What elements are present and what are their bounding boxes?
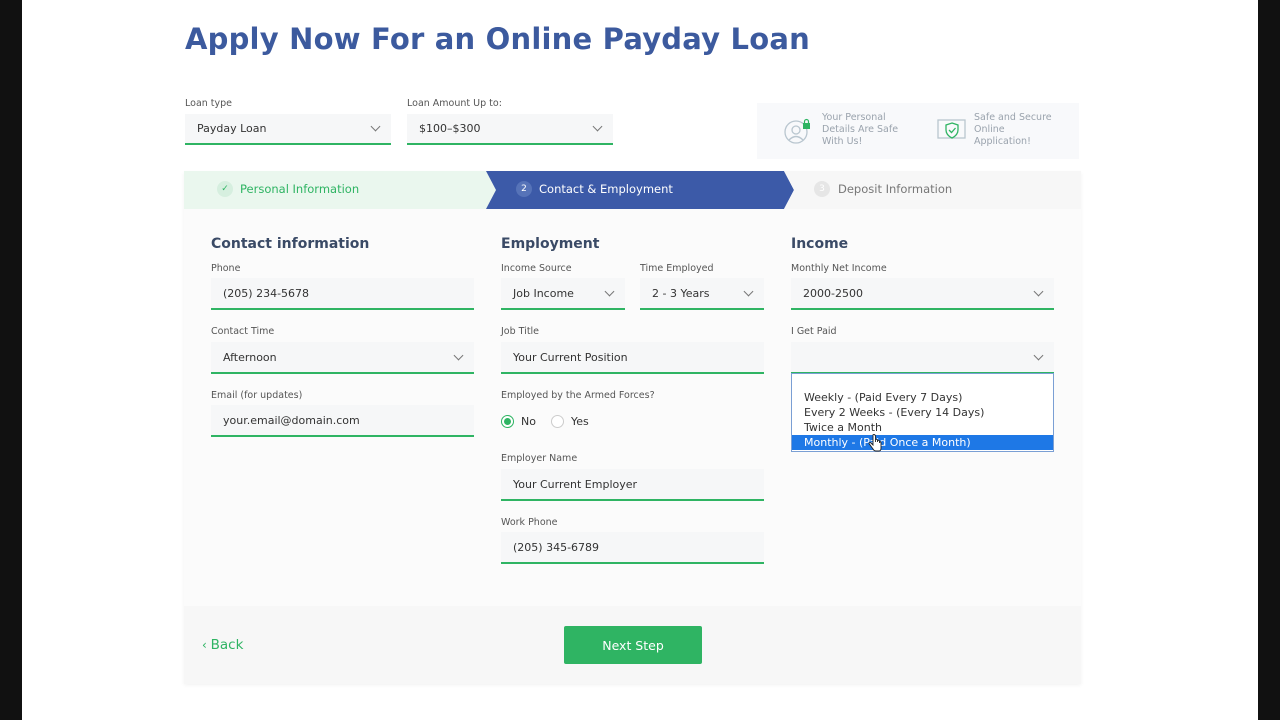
contact-time-label: Contact Time	[211, 326, 275, 337]
chevron-down-icon	[743, 286, 754, 296]
armed-forces-no-label[interactable]: No	[521, 415, 536, 428]
contact-time-value: Afternoon	[223, 350, 277, 364]
employer-name-input[interactable]: Your Current Employer	[501, 469, 764, 501]
paid-frequency-dropdown: Weekly - (Paid Every 7 Days) Every 2 Wee…	[791, 373, 1054, 452]
paid-option-weekly[interactable]: Weekly - (Paid Every 7 Days)	[792, 390, 1053, 405]
employer-name-label: Employer Name	[501, 453, 578, 464]
income-source-label: Income Source	[501, 263, 572, 274]
page-title: Apply Now For an Online Payday Loan	[185, 22, 810, 56]
loan-amount-select[interactable]: $100–$300	[407, 114, 613, 145]
armed-forces-yes-radio[interactable]	[551, 415, 564, 428]
time-employed-value: 2 - 3 Years	[652, 286, 710, 300]
phone-label: Phone	[211, 263, 241, 274]
paid-label: I Get Paid	[791, 326, 837, 337]
chevron-down-icon	[370, 121, 381, 132]
back-label: Back	[210, 637, 244, 653]
step-1-label: Personal Information	[240, 182, 360, 196]
chevron-down-icon	[1033, 350, 1044, 360]
trust-secure-text: Safe and Secure Online Application!	[974, 112, 1052, 147]
email-field[interactable]: your.email@domain.com	[211, 405, 474, 437]
next-step-button[interactable]: Next Step	[564, 626, 702, 664]
step-2-number: 2	[516, 181, 532, 197]
chevron-down-icon	[592, 121, 603, 132]
chevron-down-icon	[1033, 286, 1044, 296]
step-1-check-icon: ✓	[217, 181, 233, 197]
step-2-label: Contact & Employment	[539, 182, 673, 196]
paid-option-monthly[interactable]: Monthly - (Paid Once a Month)	[792, 435, 1053, 450]
monthly-net-value: 2000-2500	[803, 286, 863, 300]
steps-bar: ✓ Personal Information 2 Contact & Emplo…	[184, 171, 1081, 209]
loan-type-select[interactable]: Payday Loan	[185, 114, 391, 145]
income-source-value: Job Income	[513, 286, 574, 300]
user-lock-icon	[783, 117, 813, 147]
armed-forces-no-radio[interactable]	[501, 415, 514, 428]
contact-time-select[interactable]: Afternoon	[211, 342, 474, 374]
step-3-number: 3	[814, 181, 830, 197]
cursor-pointer-icon	[868, 434, 882, 452]
shield-screen-icon	[937, 117, 967, 145]
monthly-net-select[interactable]: 2000-2500	[791, 278, 1054, 310]
income-heading: Income	[791, 236, 849, 252]
page: Apply Now For an Online Payday Loan Loan…	[22, 0, 1258, 720]
chevron-down-icon	[604, 286, 615, 296]
paid-frequency-select[interactable]	[791, 342, 1054, 374]
job-title-input[interactable]: Your Current Position	[501, 342, 764, 374]
time-employed-label: Time Employed	[640, 263, 714, 274]
armed-forces-label: Employed by the Armed Forces?	[501, 390, 655, 401]
loan-type-label: Loan type	[185, 98, 233, 109]
chevron-left-icon: ‹	[202, 638, 211, 652]
loan-amount-value: $100–$300	[419, 122, 481, 135]
paid-option-twice-month[interactable]: Twice a Month	[792, 420, 1053, 435]
contact-heading: Contact information	[211, 236, 370, 252]
monthly-net-label: Monthly Net Income	[791, 263, 887, 274]
job-title-label: Job Title	[501, 326, 540, 337]
paid-option-biweekly[interactable]: Every 2 Weeks - (Every 14 Days)	[792, 405, 1053, 420]
chevron-down-icon	[453, 350, 464, 360]
loan-type-value: Payday Loan	[197, 122, 267, 135]
work-phone-input[interactable]: (205) 345-6789	[501, 532, 764, 564]
employment-heading: Employment	[501, 236, 600, 252]
trust-badges: Your Personal Details Are Safe With Us! …	[757, 103, 1079, 159]
trust-personal-text: Your Personal Details Are Safe With Us!	[822, 112, 899, 147]
income-source-select[interactable]: Job Income	[501, 278, 625, 310]
phone-input[interactable]: (205) 234-5678	[211, 278, 474, 310]
work-phone-label: Work Phone	[501, 517, 558, 528]
step-3-label: Deposit Information	[838, 182, 953, 196]
armed-forces-yes-label[interactable]: Yes	[571, 415, 589, 428]
email-label: Email (for updates)	[211, 390, 303, 401]
loan-amount-label: Loan Amount Up to:	[407, 98, 502, 109]
time-employed-select[interactable]: 2 - 3 Years	[640, 278, 764, 310]
back-link[interactable]: ‹ Back	[202, 637, 243, 653]
